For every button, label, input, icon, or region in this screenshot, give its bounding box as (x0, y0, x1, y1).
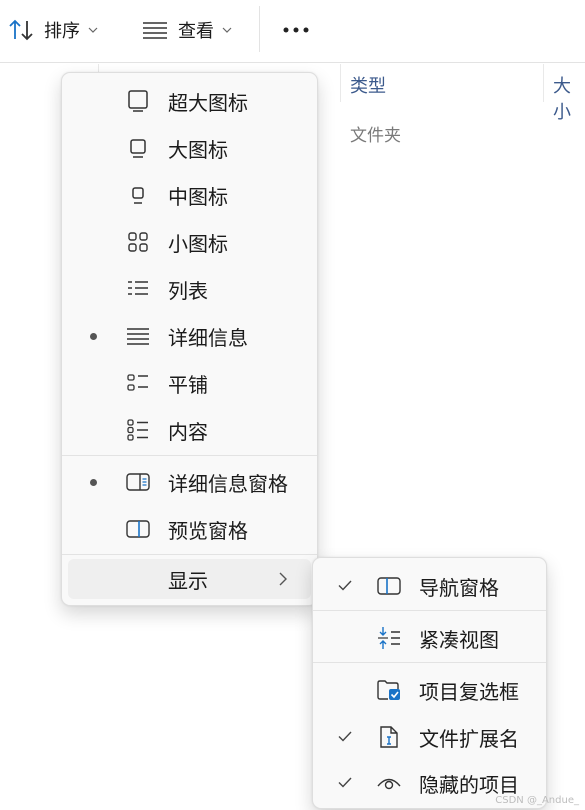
large-icons-icon (130, 139, 146, 158)
submenu-item-compact-view[interactable]: 紧凑视图 (313, 616, 546, 660)
content-icon (127, 419, 148, 441)
submenu-item-label: 项目复选框 (419, 680, 519, 704)
show-submenu: 导航窗格 紧凑视图 项目复选框 文件扩展名 隐藏的项目 (312, 557, 547, 809)
details-icon (127, 328, 149, 345)
menu-item-large-icons[interactable]: 大图标 (62, 126, 317, 170)
menu-divider (62, 455, 317, 456)
submenu-item-label: 紧凑视图 (419, 628, 499, 652)
sort-icon (9, 19, 33, 41)
watermark: CSDN @_Andue_ (495, 795, 579, 806)
column-header-size[interactable]: 大小 (553, 72, 585, 124)
menu-item-label: 小图标 (168, 232, 228, 256)
row-type-cell: 文件夹 (350, 126, 401, 146)
view-lines-icon (143, 22, 167, 39)
menu-item-label: 平铺 (168, 373, 208, 397)
chevron-down-icon (88, 27, 98, 33)
column-divider[interactable] (543, 64, 544, 102)
submenu-item-label: 文件扩展名 (419, 727, 519, 751)
menu-item-content[interactable]: 内容 (62, 408, 317, 452)
details-pane-icon (126, 473, 150, 491)
column-header-type[interactable]: 类型 (350, 72, 386, 98)
chevron-down-icon (222, 27, 232, 33)
menu-item-label: 详细信息窗格 (168, 472, 288, 496)
menu-item-extra-large-icons[interactable]: 超大图标 (62, 79, 317, 123)
eye-icon (377, 778, 401, 790)
menu-item-label: 详细信息 (168, 326, 248, 350)
checkmark-icon (338, 580, 352, 591)
view-button[interactable]: 查看 (142, 12, 232, 48)
view-label: 查看 (178, 21, 214, 42)
compact-view-icon (378, 627, 400, 649)
command-bar: 排序 查看 (0, 0, 585, 63)
toolbar-separator (259, 6, 260, 52)
medium-icons-icon (132, 187, 144, 204)
item-checkboxes-icon (377, 680, 400, 700)
more-icon (283, 27, 309, 33)
menu-item-label: 列表 (168, 279, 208, 303)
submenu-item-label: 导航窗格 (419, 576, 499, 600)
menu-item-details[interactable]: 详细信息 (62, 314, 317, 358)
menu-item-label: 大图标 (168, 138, 228, 162)
menu-item-medium-icons[interactable]: 中图标 (62, 173, 317, 217)
menu-item-label: 超大图标 (168, 91, 248, 115)
extra-large-icons-icon (128, 90, 148, 112)
file-extension-icon (380, 726, 398, 748)
menu-item-show[interactable]: 显示 (62, 557, 317, 601)
checkmark-icon (338, 731, 352, 742)
menu-item-small-icons[interactable]: 小图标 (62, 220, 317, 264)
submenu-item-label: 隐藏的项目 (419, 773, 519, 797)
tiles-icon (127, 374, 148, 391)
sort-button[interactable]: 排序 (8, 12, 98, 48)
menu-divider (313, 610, 546, 611)
submenu-item-item-checkboxes[interactable]: 项目复选框 (313, 668, 546, 712)
menu-item-details-pane[interactable]: 详细信息窗格 (62, 460, 317, 504)
menu-divider (62, 554, 317, 555)
navigation-pane-icon (377, 577, 401, 595)
menu-item-preview-pane[interactable]: 预览窗格 (62, 507, 317, 551)
submenu-item-navigation-pane[interactable]: 导航窗格 (313, 564, 546, 608)
selected-bullet-icon (90, 479, 97, 486)
menu-item-label: 显示 (168, 569, 208, 593)
menu-item-label: 预览窗格 (168, 519, 248, 543)
sort-label: 排序 (44, 21, 80, 42)
list-icon (128, 281, 148, 295)
view-menu: 超大图标 大图标 中图标 小图标 列表 详细信息 平铺 内容 详细信息窗格 预览… (61, 72, 318, 606)
menu-item-label: 中图标 (168, 185, 228, 209)
chevron-right-icon (279, 572, 287, 586)
menu-item-tiles[interactable]: 平铺 (62, 361, 317, 405)
menu-item-list[interactable]: 列表 (62, 267, 317, 311)
menu-item-label: 内容 (168, 420, 208, 444)
selected-bullet-icon (90, 333, 97, 340)
preview-pane-icon (126, 520, 150, 538)
more-options-button[interactable] (283, 12, 309, 48)
column-divider[interactable] (340, 64, 341, 102)
submenu-item-file-extensions[interactable]: 文件扩展名 (313, 715, 546, 759)
small-icons-icon (128, 232, 148, 252)
menu-divider (313, 662, 546, 663)
checkmark-icon (338, 777, 352, 788)
